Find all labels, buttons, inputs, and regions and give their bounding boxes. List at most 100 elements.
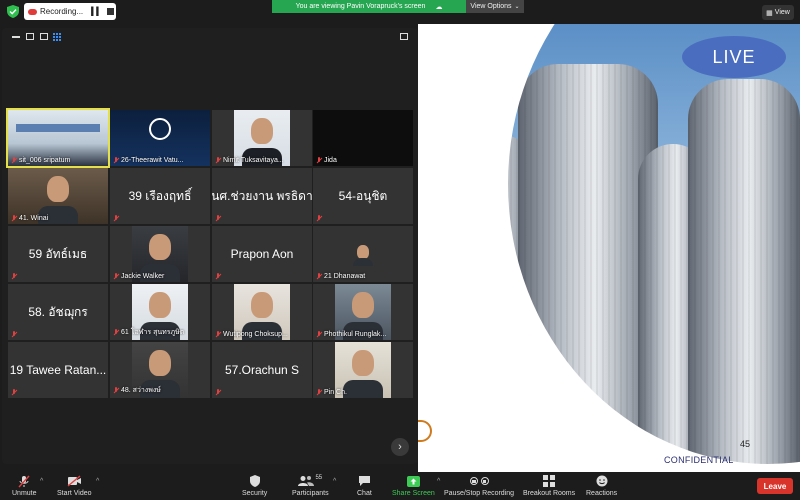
pause-recording-icon[interactable]: ▍▍ [91,7,102,16]
participant-tile[interactable]: Jackie Walker [110,226,210,282]
participant-label [215,389,221,396]
mic-muted-icon [215,215,221,222]
participant-tile[interactable]: 48. สว่างพงษ์ [110,342,210,398]
screen-share-banner: You are viewing Pavin Vorapruck's screen… [272,0,466,13]
share-screen-button[interactable]: Share Screen [392,474,435,500]
participants-button[interactable]: 55 Participants [292,474,329,500]
slide-page-number: 45 [740,439,751,449]
mic-muted-icon [113,329,119,336]
participant-tile[interactable]: 58. อัชฌุกร [8,284,108,340]
start-video-button[interactable]: Start Video [57,474,92,500]
shield-icon[interactable] [7,5,19,18]
chat-label: Chat [357,490,372,497]
participant-tile[interactable]: 26-Theerawit Vatu... [110,110,210,166]
security-button[interactable]: Security [242,474,267,500]
participant-tile[interactable]: 39 เรืองฤทธิ์ [110,168,210,224]
participant-count: 55 [315,475,323,481]
mic-muted-icon [113,387,119,394]
leave-button[interactable]: Leave [757,478,793,494]
presentation-thumbnail [16,124,100,132]
hide-video-icon[interactable] [26,33,34,40]
mic-muted-icon [11,389,17,396]
participant-tile[interactable]: 54-อนุชิต [313,168,413,224]
participant-body [343,380,383,398]
participant-label [215,215,221,222]
participant-tile[interactable]: นศ.ช่วยงาน พรธิดา [212,168,312,224]
chevron-right-icon: › [398,441,402,453]
mic-muted-icon [18,474,30,488]
video-options-caret[interactable]: ^ [96,478,99,485]
participant-tile[interactable]: Phothikul Runglak... [313,284,413,340]
participant-tile[interactable]: 21 Dhanawat [313,226,413,282]
next-page-button[interactable]: › [391,438,409,456]
mic-muted-icon [215,157,221,164]
participant-label [215,273,221,280]
mic-muted-icon [11,157,17,164]
participant-tile[interactable]: Pin Ch. [313,342,413,398]
participant-face [47,176,69,203]
participants-options-caret[interactable]: ^ [333,478,336,485]
participant-label: 21 Dhanawat [316,273,365,280]
mic-muted-icon [316,389,322,396]
chat-button[interactable]: Chat [357,474,372,500]
screen-share-banner-text: You are viewing Pavin Vorapruck's screen [295,3,426,10]
mic-muted-icon [113,273,119,280]
participant-name: 48. สว่างพงษ์ [121,387,161,394]
chevron-down-icon: ⌄ [514,4,520,10]
pause-stop-recording-button[interactable]: Pause/Stop Recording [444,474,514,500]
minimize-icon[interactable] [12,36,20,38]
participant-tile[interactable]: Jida [313,110,413,166]
participant-tile[interactable]: 57.Orachun S [212,342,312,398]
participant-tile[interactable]: 59 อัทธ์เมธ [8,226,108,282]
audio-options-caret[interactable]: ^ [40,478,43,485]
participant-tile[interactable]: Wutipong Choksup... [212,284,312,340]
shared-screen: LIVE 45 CONFIDENTIAL [418,24,800,472]
view-button-label: View [774,9,790,16]
participant-label [11,331,17,338]
breakout-rooms-button[interactable]: Breakout Rooms [523,474,575,500]
stop-recording-icon[interactable] [107,8,115,15]
unmute-button[interactable]: Unmute [12,474,37,500]
mic-muted-icon [316,331,322,338]
participant-name: Phothikul Runglak... [324,331,387,338]
reactions-button[interactable]: Reactions [586,474,617,500]
participant-face [352,350,374,377]
mic-muted-icon [11,273,17,280]
participant-label: Wutipong Choksup... [215,331,288,338]
participant-video [349,240,377,266]
share-options-caret[interactable]: ^ [437,478,440,485]
participant-label: Nimit Tuksavitaya... [215,157,284,164]
participant-name: 21 Dhanawat [324,273,366,280]
unmute-label: Unmute [12,490,37,497]
video-off-icon [67,474,82,488]
mic-muted-icon [113,157,119,164]
participant-tile[interactable]: 61 โอฬาร สุนทรภูษิต [110,284,210,340]
participant-name: 41. Winai [19,215,49,222]
participant-name-display: 57.Orachun S [224,363,300,377]
mic-muted-icon [215,273,221,280]
participant-tile[interactable]: 19 Tawee Ratan... [8,342,108,398]
participant-label: Pin Ch. [316,389,347,396]
participant-label: sit_006 sripatum [11,157,70,164]
participant-label [11,389,17,396]
gallery-grid-icon[interactable] [53,33,61,41]
participant-name: Nimit Tuksavitaya... [223,157,284,164]
view-button[interactable]: ▦ View [762,5,794,20]
participant-label: 61 โอฬาร สุนทรภูษิต [113,327,184,338]
breakout-rooms-icon [543,474,556,488]
participant-tile[interactable]: sit_006 sripatum [6,108,110,168]
mic-muted-icon [215,389,221,396]
exit-fullscreen-icon[interactable] [400,33,408,40]
participants-icon: 55 [298,474,322,488]
participants-label: Participants [292,490,329,497]
speaker-view-icon[interactable] [40,33,48,40]
view-options-button[interactable]: View Options ⌄ [466,0,524,13]
participant-tile[interactable]: Prapon Aon [212,226,312,282]
confidential-label: CONFIDENTIAL [664,455,734,465]
participant-label: 41. Winai [11,215,48,222]
participant-name-display: 59 อัทธ์เมธ [28,246,88,261]
live-badge: LIVE [682,36,786,78]
participant-tile[interactable]: 41. Winai [8,168,108,224]
security-label: Security [242,490,268,497]
participant-tile[interactable]: Nimit Tuksavitaya... [212,110,312,166]
